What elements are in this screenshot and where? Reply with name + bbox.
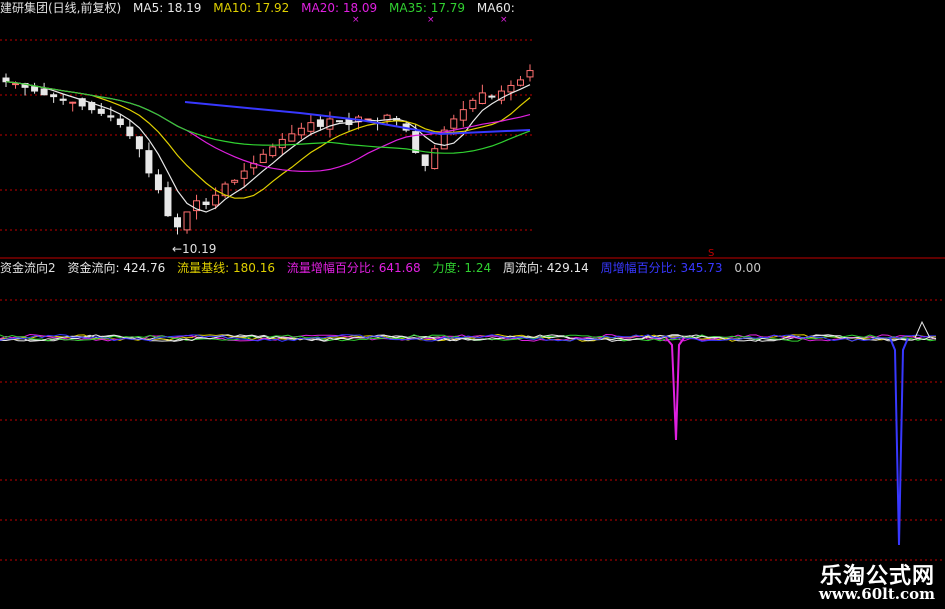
ma5-line: [5, 81, 531, 213]
candle-body: [335, 120, 343, 123]
candle-body: [40, 88, 48, 96]
candle-body: [316, 119, 324, 127]
candle-body: [307, 122, 315, 132]
candle-body: [240, 170, 248, 179]
weekly-label: 周流向: 429.14: [502, 261, 589, 275]
candle-body: [12, 83, 20, 86]
candle-body: [259, 153, 267, 164]
candle-body: [478, 92, 486, 104]
candle-body: [297, 127, 305, 136]
weekly-pct-spike: [889, 337, 909, 546]
sell-signal-marker: S: [708, 248, 714, 259]
stock-chart[interactable]: S × × ×: [0, 0, 945, 609]
candle-body: [183, 211, 191, 231]
candle-body: [116, 118, 124, 126]
candle-body: [154, 174, 162, 191]
zero-label: 0.00: [734, 261, 762, 275]
candle-body: [269, 146, 277, 157]
ma35-line: [5, 81, 531, 154]
candle-body: [69, 101, 77, 104]
stock-title: 建研集团(日线,前复权): [0, 1, 122, 15]
candle-body: [421, 154, 429, 166]
ma-cross-marker: ×: [500, 15, 508, 25]
indicator-lines: [0, 320, 937, 546]
candle-body: [2, 77, 10, 83]
candle-body: [145, 150, 153, 174]
flow-label: 资金流向: 424.76: [67, 261, 166, 275]
ma-cross-marker: ×: [427, 15, 435, 25]
ma5-label: MA5: 18.19: [133, 1, 202, 15]
moving-average-lines: S × × ×: [5, 15, 714, 259]
watermark-url: www.60lt.com: [818, 585, 935, 603]
candle-body: [450, 118, 458, 129]
ma60-label: MA60:: [476, 1, 515, 15]
ma20-label: MA20: 18.09: [301, 1, 378, 15]
candle-body: [31, 86, 39, 92]
candle-body: [326, 118, 334, 130]
force-label: 力度: 1.24: [432, 261, 492, 275]
indicator-name: 资金流向2: [0, 261, 56, 275]
weekly-pct-label: 周增幅百分比: 345.73: [600, 261, 723, 275]
candlesticks: [2, 64, 534, 235]
candle-body: [231, 179, 239, 183]
candle-body: [50, 94, 58, 98]
candle-body: [59, 98, 67, 101]
candle-body: [173, 217, 181, 228]
ma35-label: MA35: 17.79: [389, 1, 466, 15]
candle-body: [107, 115, 115, 118]
baseline-label: 流量基线: 180.16: [177, 261, 276, 275]
candle-body: [488, 95, 496, 98]
candle-body: [516, 79, 524, 86]
candle-body: [202, 201, 210, 206]
candle-body: [126, 126, 134, 137]
price-panel-header: 建研集团(日线,前复权) MA5: 18.19 MA10: 17.92 MA20…: [0, 0, 523, 16]
candle-body: [278, 138, 286, 149]
candle-body: [507, 84, 515, 93]
candle-body: [431, 148, 439, 170]
pct-label: 流量增幅百分比: 641.68: [286, 261, 421, 275]
candle-body: [135, 136, 143, 150]
candle-body: [164, 187, 172, 217]
candle-body: [97, 108, 105, 114]
candle-body: [288, 133, 296, 142]
candle-body: [459, 109, 467, 121]
ma-cross-marker: ×: [352, 15, 360, 25]
indicator-panel-header: 资金流向2 资金流向: 424.76 流量基线: 180.16 流量增幅百分比:…: [0, 260, 769, 276]
candle-body: [526, 70, 534, 78]
ma10-label: MA10: 17.92: [213, 1, 290, 15]
price-low-marker: ←10.19: [172, 242, 217, 256]
candle-body: [469, 99, 477, 110]
candle-body: [212, 194, 220, 206]
flow-pct-spike: [665, 337, 685, 441]
